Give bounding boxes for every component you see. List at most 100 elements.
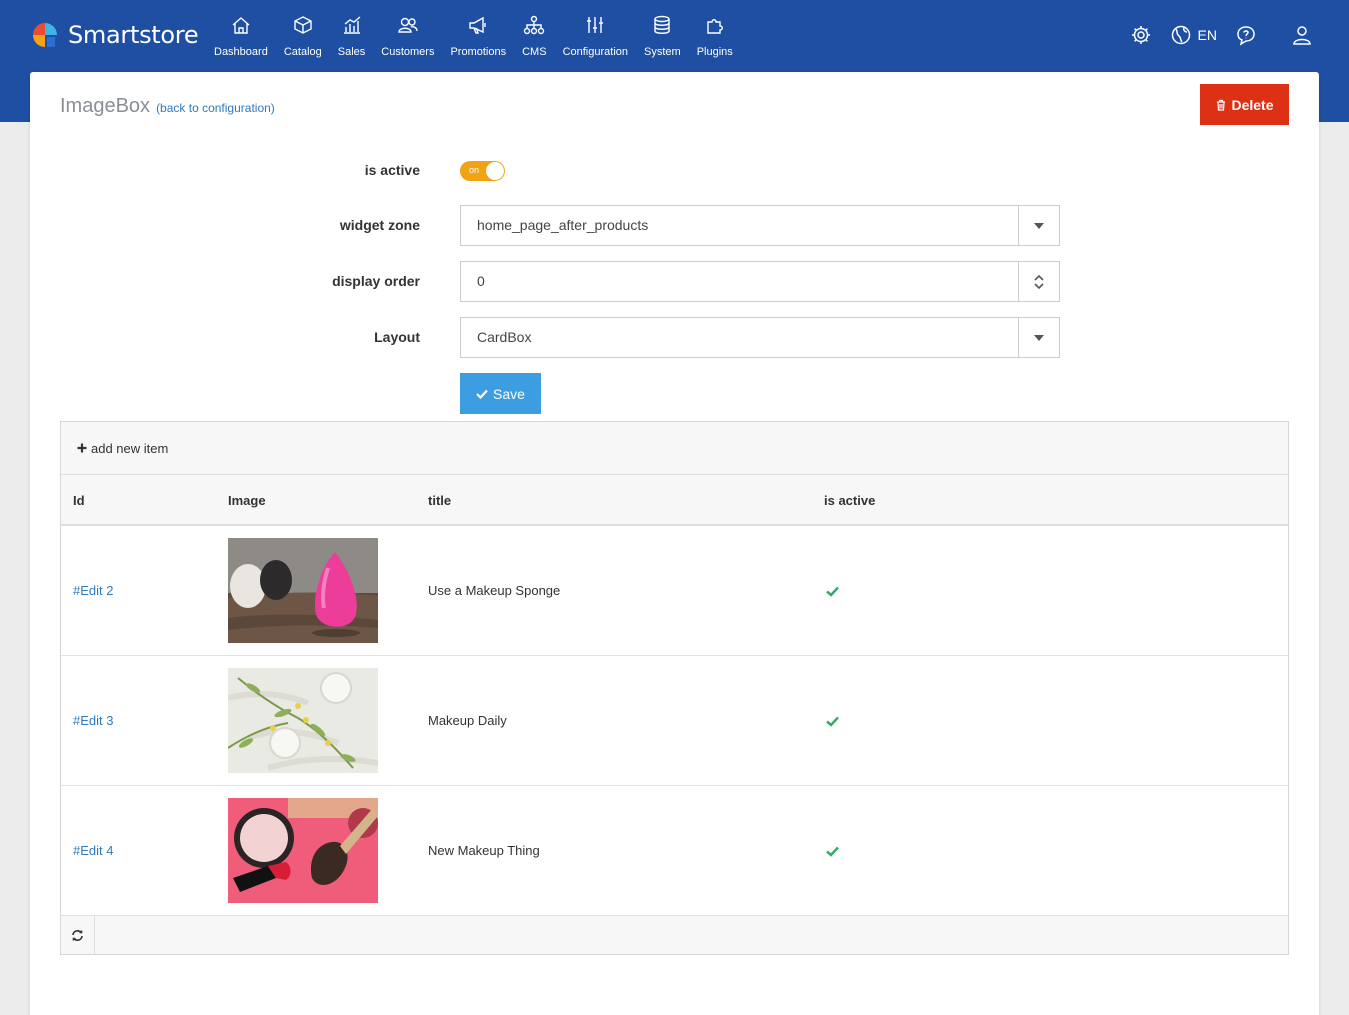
language-code: EN: [1197, 27, 1217, 43]
item-image-makeup-sponge: [228, 538, 378, 643]
nav-label: Catalog: [283, 46, 322, 58]
delete-label: Delete: [1231, 96, 1274, 113]
column-header-image[interactable]: Image: [228, 475, 266, 526]
grid-header: Id Image title is active: [61, 475, 1288, 526]
active-check-icon: [826, 585, 839, 600]
nav-configuration[interactable]: Configuration: [555, 14, 636, 58]
page-title: ImageBox: [60, 95, 151, 117]
nav-catalog[interactable]: Catalog: [276, 14, 330, 58]
item-image-makeup-daily: [228, 668, 378, 773]
logo-icon: [30, 20, 60, 50]
users-icon: [398, 17, 418, 33]
toggle-state: on: [469, 165, 480, 175]
nav-label: Dashboard: [214, 46, 268, 58]
active-check-icon: [826, 715, 839, 730]
user-menu-button[interactable]: [1291, 24, 1313, 46]
puzzle-icon: [707, 19, 723, 34]
column-header-title[interactable]: title: [428, 475, 451, 526]
display-order-row: display order 0: [30, 261, 1130, 302]
edit-link[interactable]: #Edit 4: [73, 786, 113, 916]
save-label: Save: [493, 385, 525, 402]
chevron-up-icon[interactable]: [1034, 274, 1044, 282]
widget-zone-dropdown-toggle[interactable]: [1018, 206, 1059, 245]
logo[interactable]: Smartstore: [30, 20, 199, 50]
nav-label: CMS: [522, 46, 547, 58]
item-title: Use a Makeup Sponge: [428, 583, 561, 598]
column-header-id[interactable]: Id: [73, 475, 85, 526]
box-icon: [294, 16, 312, 34]
gear-icon: [1131, 26, 1150, 44]
refresh-button[interactable]: [61, 916, 95, 954]
sitemap-icon: [524, 15, 545, 35]
user-icon: [1293, 26, 1311, 45]
toggle-knob: [486, 162, 504, 180]
items-grid: add new item Id Image title is active #E…: [60, 421, 1289, 955]
layout-row: Layout CardBox: [30, 317, 1130, 358]
layout-value: CardBox: [477, 329, 532, 345]
edit-link[interactable]: #Edit 2: [73, 526, 113, 656]
grid-footer: [61, 916, 1288, 954]
nav-label: Customers: [381, 46, 435, 58]
display-order-value: 0: [477, 273, 485, 289]
nav-sales[interactable]: Sales: [330, 14, 374, 58]
nav-label: Sales: [337, 46, 366, 58]
nav-cms[interactable]: CMS: [514, 14, 554, 58]
plus-icon: [77, 443, 87, 453]
nav-promotions[interactable]: Promotions: [442, 14, 514, 58]
caret-down-icon: [1034, 334, 1044, 341]
caret-down-icon: [1034, 222, 1044, 229]
trash-icon: [1217, 99, 1226, 111]
nav-label: Plugins: [696, 46, 733, 58]
chevron-down-icon[interactable]: [1034, 282, 1044, 290]
active-check-icon: [826, 845, 839, 860]
main-nav: Dashboard Catalog Sales Customers Promot…: [206, 14, 741, 58]
widget-zone-label: widget zone: [339, 217, 420, 233]
table-row: #Edit 3 Makeup Daily: [61, 656, 1288, 786]
help-button[interactable]: [1235, 24, 1257, 46]
nav-plugins[interactable]: Plugins: [689, 14, 741, 58]
page-header: ImageBox (back to configuration): [60, 95, 275, 118]
nav-label: System: [644, 46, 681, 58]
item-title: Makeup Daily: [428, 713, 507, 728]
settings-button[interactable]: [1130, 24, 1152, 46]
app-name: Smartstore: [68, 21, 199, 49]
display-order-label: display order: [332, 273, 420, 289]
sliders-icon: [587, 17, 604, 33]
content-card: ImageBox (back to configuration) Delete …: [30, 72, 1319, 1015]
chart-icon: [343, 16, 360, 34]
table-row: #Edit 4 New Makeup Thing: [61, 786, 1288, 916]
nav-label: Configuration: [562, 46, 628, 58]
nav-system[interactable]: System: [636, 14, 689, 58]
save-button[interactable]: Save: [460, 373, 541, 414]
display-order-stepper[interactable]: [1018, 262, 1059, 301]
layout-label: Layout: [374, 329, 420, 345]
column-header-is-active[interactable]: is active: [824, 475, 875, 526]
globe-icon: [1171, 25, 1190, 45]
check-icon: [476, 389, 488, 399]
table-row: #Edit 2 Use a Makeup Sponge: [61, 526, 1288, 656]
delete-button[interactable]: Delete: [1200, 84, 1289, 125]
help-icon: [1237, 26, 1255, 46]
language-button[interactable]: EN: [1170, 24, 1217, 46]
refresh-icon: [72, 929, 83, 941]
add-new-item-button[interactable]: add new item: [77, 441, 168, 456]
is-active-label: is active: [364, 162, 420, 178]
home-icon: [232, 17, 250, 34]
is-active-toggle[interactable]: on: [460, 161, 505, 181]
grid-toolbar: add new item: [61, 422, 1288, 475]
add-new-item-label: add new item: [91, 440, 169, 456]
layout-select[interactable]: CardBox: [460, 317, 1060, 358]
item-image-new-makeup-thing: [228, 798, 378, 903]
widget-zone-select[interactable]: home_page_after_products: [460, 205, 1060, 246]
database-icon: [654, 15, 671, 34]
widget-zone-value: home_page_after_products: [477, 217, 649, 233]
display-order-input[interactable]: 0: [460, 261, 1060, 302]
header-tools: EN: [1112, 24, 1313, 46]
widget-zone-row: widget zone home_page_after_products: [30, 205, 1130, 246]
edit-link[interactable]: #Edit 3: [73, 656, 113, 786]
nav-dashboard[interactable]: Dashboard: [206, 14, 276, 58]
back-to-configuration-link[interactable]: (back to configuration): [156, 101, 275, 115]
layout-dropdown-toggle[interactable]: [1018, 318, 1059, 357]
megaphone-icon: [469, 16, 486, 34]
nav-customers[interactable]: Customers: [373, 14, 442, 58]
